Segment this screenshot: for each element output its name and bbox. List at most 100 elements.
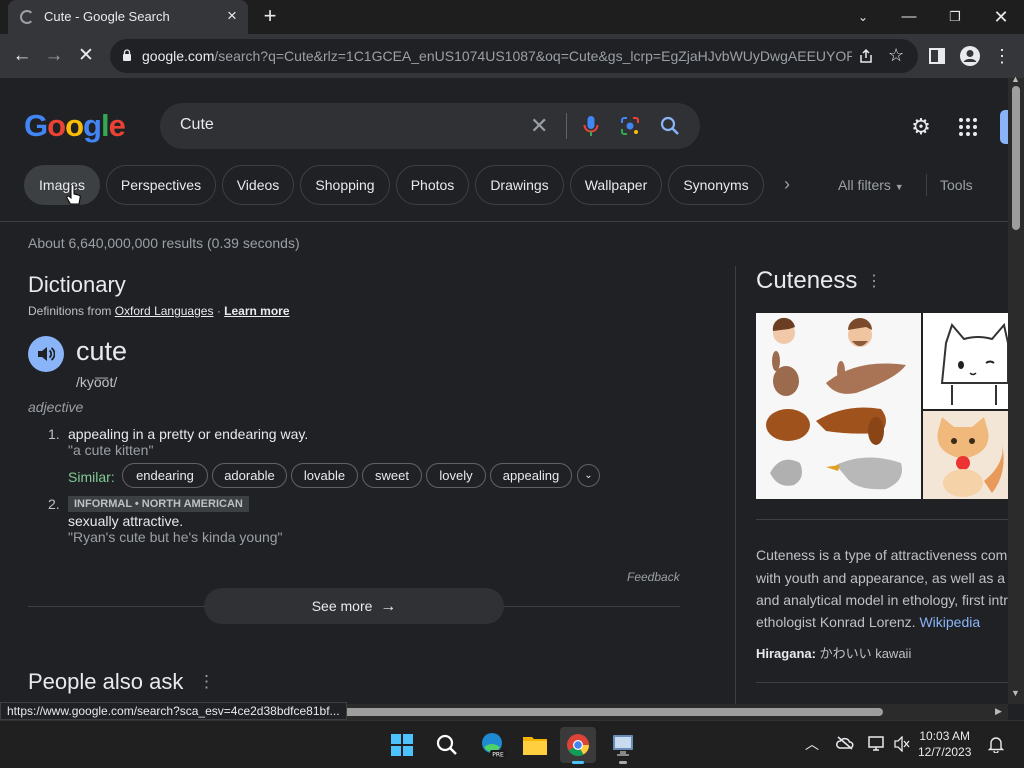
- tab-strip: Cute - Google Search × + ⌄ — ❐ ✕: [0, 0, 1024, 34]
- notifications-bell-icon[interactable]: [988, 735, 1004, 753]
- url-host: google.com: [142, 48, 215, 64]
- address-bar[interactable]: google.com/search?q=Cute&rlz=1C1GCEA_enU…: [110, 39, 918, 73]
- hand-pointer-icon: [66, 185, 81, 205]
- chip-shopping[interactable]: Shopping: [300, 165, 390, 205]
- close-tab-icon[interactable]: ×: [222, 6, 242, 26]
- lens-search-icon[interactable]: [620, 116, 640, 136]
- loading-spinner-icon: [20, 10, 34, 24]
- chip-images[interactable]: Images: [24, 165, 100, 205]
- people-also-ask-title: People also ask: [28, 669, 184, 694]
- scroll-down-arrow-icon[interactable]: ▼: [1011, 688, 1020, 698]
- tab-title: Cute - Google Search: [44, 9, 170, 24]
- edge-beta-icon[interactable]: PRE: [474, 727, 510, 763]
- lock-icon: [123, 49, 131, 61]
- all-filters-button[interactable]: All filters ▼: [838, 177, 904, 193]
- pronunciation-text: /kyo͞ot/: [76, 374, 118, 390]
- tab-search-chevron-icon[interactable]: ⌄: [850, 5, 876, 29]
- search-box[interactable]: Cute ✕: [160, 103, 700, 149]
- browser-menu-icon[interactable]: ⋮: [990, 44, 1014, 68]
- bookmark-star-icon[interactable]: ☆: [888, 45, 904, 66]
- voice-search-icon[interactable]: [583, 115, 599, 137]
- chip-synonyms[interactable]: Synonyms: [668, 165, 764, 205]
- show-hidden-icons-chevron-icon[interactable]: ︿: [805, 734, 819, 754]
- synonym-chip[interactable]: lovely: [426, 463, 486, 488]
- chip-wallpaper[interactable]: Wallpaper: [570, 165, 662, 205]
- clear-search-icon[interactable]: ✕: [530, 114, 548, 138]
- dropdown-arrow-icon: ▼: [894, 182, 904, 192]
- share-icon[interactable]: [858, 48, 874, 64]
- windows-taskbar: PRE ︿ 10:03 AM 12/7/2023: [0, 720, 1024, 768]
- definition-text: sexually attractive.: [68, 513, 184, 529]
- vertical-scroll-thumb[interactable]: [1012, 86, 1020, 230]
- knowledge-panel-title: Cuteness: [756, 267, 858, 294]
- chip-drawings[interactable]: Drawings: [475, 165, 564, 205]
- onedrive-offline-icon[interactable]: [836, 736, 854, 750]
- scroll-up-arrow-icon[interactable]: ▲: [1011, 74, 1020, 84]
- svg-text:PRE: PRE: [492, 752, 504, 759]
- browser-tab[interactable]: Cute - Google Search ×: [8, 0, 248, 34]
- knowledge-panel-divider: [756, 682, 1008, 683]
- knowledge-panel-menu-icon[interactable]: ⋮: [866, 271, 882, 291]
- synonym-chip[interactable]: appealing: [490, 463, 572, 488]
- scroll-right-arrow-icon[interactable]: ▶: [995, 706, 1002, 717]
- new-tab-button[interactable]: +: [258, 4, 282, 28]
- network-icon[interactable]: [868, 736, 886, 752]
- description-line: with youth and appearance, as well as a: [756, 570, 1006, 586]
- chip-perspectives[interactable]: Perspectives: [106, 165, 216, 205]
- description-line: Cuteness is a type of attractiveness com: [756, 547, 1008, 563]
- oxford-languages-link[interactable]: Oxford Languages: [115, 304, 214, 318]
- google-logo[interactable]: Google: [24, 108, 126, 144]
- synonym-chip[interactable]: lovable: [291, 463, 358, 488]
- running-indicator: [619, 761, 627, 764]
- chip-videos[interactable]: Videos: [222, 165, 294, 205]
- search-icon[interactable]: [660, 116, 680, 136]
- file-explorer-icon[interactable]: [517, 727, 553, 763]
- hiragana-value: かわいい kawaii: [819, 646, 912, 661]
- horizontal-scroll-thumb[interactable]: [341, 708, 883, 716]
- definition-text: appealing in a pretty or endearing way.: [68, 426, 309, 442]
- restore-button[interactable]: ❐: [942, 5, 968, 29]
- vertical-scrollbar[interactable]: ▲ ▼: [1008, 74, 1024, 704]
- chrome-taskbar-button[interactable]: [560, 727, 596, 764]
- volume-muted-icon[interactable]: [894, 736, 910, 752]
- synonym-chip[interactable]: endearing: [122, 463, 208, 488]
- link-status-bar: https://www.google.com/search?sca_esv=4c…: [0, 702, 347, 720]
- tools-divider: [926, 174, 927, 196]
- description-line: ethologist Konrad Lorenz.: [756, 614, 916, 630]
- chip-photos[interactable]: Photos: [396, 165, 469, 205]
- result-stats: About 6,640,000,000 results (0.39 second…: [28, 235, 300, 251]
- knowledge-panel-divider: [756, 519, 1008, 520]
- forward-button[interactable]: →: [42, 44, 66, 68]
- google-apps-icon[interactable]: [958, 117, 978, 137]
- settings-gear-icon[interactable]: ⚙: [908, 114, 934, 140]
- minimize-button[interactable]: —: [896, 5, 922, 29]
- search-input[interactable]: Cute: [180, 116, 214, 134]
- horizontal-scrollbar[interactable]: ▶: [335, 704, 1008, 720]
- remote-desktop-taskbar-button[interactable]: [605, 727, 641, 764]
- taskbar-clock[interactable]: 10:03 AM 12/7/2023: [918, 728, 971, 760]
- image-grid: [756, 313, 1008, 499]
- start-menu-icon[interactable]: [384, 727, 420, 763]
- see-more-button[interactable]: See more →: [204, 588, 504, 624]
- synonym-chip[interactable]: adorable: [212, 463, 287, 488]
- tools-button[interactable]: Tools: [940, 177, 973, 193]
- back-button[interactable]: ←: [10, 44, 34, 68]
- part-of-speech: adjective: [28, 399, 84, 415]
- dictionary-word: cute: [76, 336, 128, 366]
- chevron-right-icon[interactable]: ›: [784, 174, 790, 195]
- more-options-icon[interactable]: ⋮: [198, 672, 215, 692]
- close-window-button[interactable]: ✕: [988, 5, 1014, 29]
- arrow-right-icon: →: [380, 598, 397, 615]
- pronunciation-button[interactable]: [28, 336, 64, 372]
- stop-loading-button[interactable]: ✕: [74, 44, 98, 68]
- active-indicator: [572, 761, 584, 764]
- expand-synonyms-chevron-icon[interactable]: ⌄: [577, 464, 600, 487]
- side-panel-icon[interactable]: [929, 48, 945, 64]
- learn-more-link[interactable]: Learn more: [224, 304, 289, 318]
- feedback-link[interactable]: Feedback: [627, 570, 680, 584]
- profile-avatar-icon[interactable]: [959, 45, 981, 67]
- knowledge-panel-images[interactable]: [756, 313, 1008, 499]
- synonym-chip[interactable]: sweet: [362, 463, 422, 488]
- wikipedia-link[interactable]: Wikipedia: [919, 614, 980, 630]
- taskbar-search-icon[interactable]: [429, 727, 465, 763]
